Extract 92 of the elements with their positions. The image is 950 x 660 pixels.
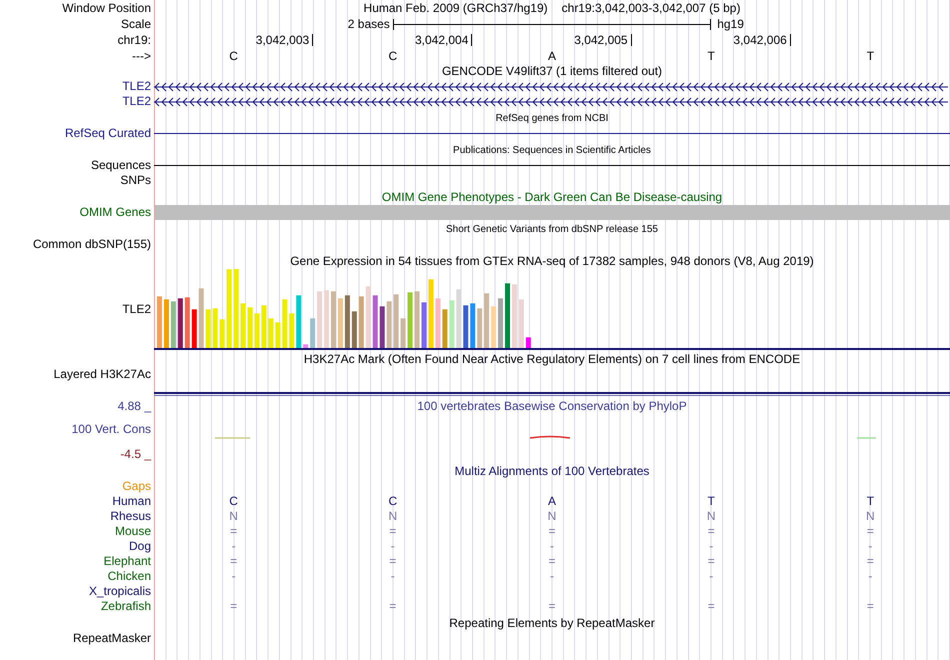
ruler-label: 3,042,004 (415, 32, 468, 48)
ruler-label: 3,042,006 (733, 32, 787, 48)
alignment-base: = (708, 554, 715, 569)
alignment-base: T (708, 494, 715, 509)
alignment-base: - (232, 569, 236, 584)
track-title: Short Genetic Variants from dbSNP release 155 (445, 223, 659, 237)
alignment-base: = (389, 599, 396, 614)
track-title: GENCODE V49lift37 (1 items filtered out) (440, 64, 664, 79)
track-label[interactable]: Common dbSNP(155) (32, 237, 151, 252)
gene-strand-arrows-drawing[interactable] (154, 80, 948, 94)
ruler-tick (630, 34, 632, 46)
alignment-base: = (708, 524, 715, 539)
conservation-signal-mark (530, 436, 570, 439)
alignment-base: = (548, 554, 556, 569)
assembly-name: Human Feb. 2009 (GRCh37/hg19) (364, 0, 548, 16)
track-title: 100 vertebrates Basewise Conservation by PhyloP (416, 399, 688, 414)
base-letter: T (708, 48, 715, 64)
track-title: Repeating Elements by RepeatMasker (448, 616, 656, 631)
conservation-signal-mark (215, 437, 250, 439)
alignment-base: C (229, 494, 238, 509)
track-label[interactable]: RepeatMasker (72, 631, 151, 646)
track-title: Multiz Alignments of 100 Vertebrates (454, 464, 650, 479)
track-title: H3K27Ac Mark (Often Found Near Active Regulatory Elements) on 7 cell lines from ENCODE (302, 352, 802, 367)
alignment-base: = (866, 554, 874, 569)
conservation-signal-mark (857, 437, 876, 439)
track-label[interactable]: TLE2 (122, 79, 151, 94)
alignment-base: = (389, 524, 396, 539)
alignment-base: - (709, 569, 714, 584)
scale-text: 2 bases (348, 16, 390, 32)
row-label: Window Position (62, 0, 151, 16)
track-label[interactable]: Zebrafish (100, 599, 151, 614)
track-label[interactable]: RefSeq Curated (64, 126, 151, 141)
strand-label: ---> (132, 48, 151, 64)
track-label[interactable]: Human (112, 494, 151, 509)
base-letter: T (866, 48, 874, 64)
ruler-label: 3,042,005 (574, 32, 628, 48)
track-label[interactable]: TLE2 (122, 302, 151, 317)
track-label[interactable]: Rhesus (110, 509, 151, 524)
alignment-base: N (229, 509, 238, 524)
alignment-base: T (866, 494, 874, 509)
track-label[interactable]: TLE2 (122, 94, 151, 109)
alignment-base: - (709, 539, 714, 554)
track-title: Publications: Sequences in Scientific Articles (452, 144, 652, 158)
alignment-base: = (866, 599, 874, 614)
row-label: Scale (120, 16, 151, 32)
assembly-label: hg19 (717, 16, 744, 32)
alignment-base: C (388, 494, 398, 509)
track-label[interactable]: Dog (128, 539, 151, 554)
alignment-base: N (548, 509, 556, 524)
alignment-base: N (706, 509, 716, 524)
alignment-base: A (548, 494, 556, 509)
alignment-base: = (230, 599, 238, 614)
track-label[interactable]: Sequences (90, 158, 151, 173)
track-label[interactable]: Chicken (108, 569, 151, 584)
alignment-base: N (866, 509, 875, 524)
alignment-base: = (230, 554, 238, 569)
alignment-base: N (388, 509, 398, 524)
ruler-tick (471, 34, 472, 46)
track-label[interactable]: OMIM Genes (80, 205, 151, 220)
track-title: RefSeq genes from NCBI (494, 112, 610, 126)
alignment-base: - (868, 569, 872, 584)
track-label[interactable]: Mouse (114, 524, 151, 539)
ruler-label: 3,042,003 (256, 32, 310, 48)
track-label[interactable]: Elephant (104, 554, 151, 569)
row-label: chr19: (118, 32, 151, 48)
alignment-base: - (232, 539, 236, 554)
position-text: chr19:3,042,003-3,042,007 (5 bp) (562, 0, 740, 16)
alignment-base: - (868, 539, 872, 554)
track-label[interactable]: SNPs (120, 173, 151, 188)
track-title: OMIM Gene Phenotypes - Dark Green Can Be Disease-causing (380, 190, 724, 205)
alignment-base: - (390, 569, 395, 584)
track-label[interactable]: 100 Vert. Cons (72, 422, 151, 437)
alignment-base: = (866, 524, 874, 539)
track-label[interactable]: X_tropicalis (88, 584, 151, 599)
alignment-base: - (550, 569, 554, 584)
alignment-base: - (390, 539, 395, 554)
alignment-base: = (389, 554, 396, 569)
alignment-base: = (548, 599, 556, 614)
axis-min-label: -4.5 _ (120, 447, 151, 462)
ruler-tick (790, 34, 791, 46)
track-label[interactable]: Layered H3K27Ac (54, 367, 151, 382)
alignment-base: - (550, 539, 554, 554)
ruler-tick (312, 34, 314, 46)
base-letter: C (229, 48, 238, 64)
base-letter: C (388, 48, 398, 64)
alignment-base: = (708, 599, 715, 614)
base-letter: A (548, 48, 556, 64)
track-title: Gene Expression in 54 tissues from GTEx RNA-seq of 17382 samples, 948 donors (V8, Aug 2019) (289, 254, 815, 269)
axis-max-label: 4.88 _ (118, 399, 151, 414)
alignment-base: = (548, 524, 556, 539)
gene-strand-arrows-drawing[interactable] (154, 94, 948, 108)
alignment-base: = (230, 524, 238, 539)
